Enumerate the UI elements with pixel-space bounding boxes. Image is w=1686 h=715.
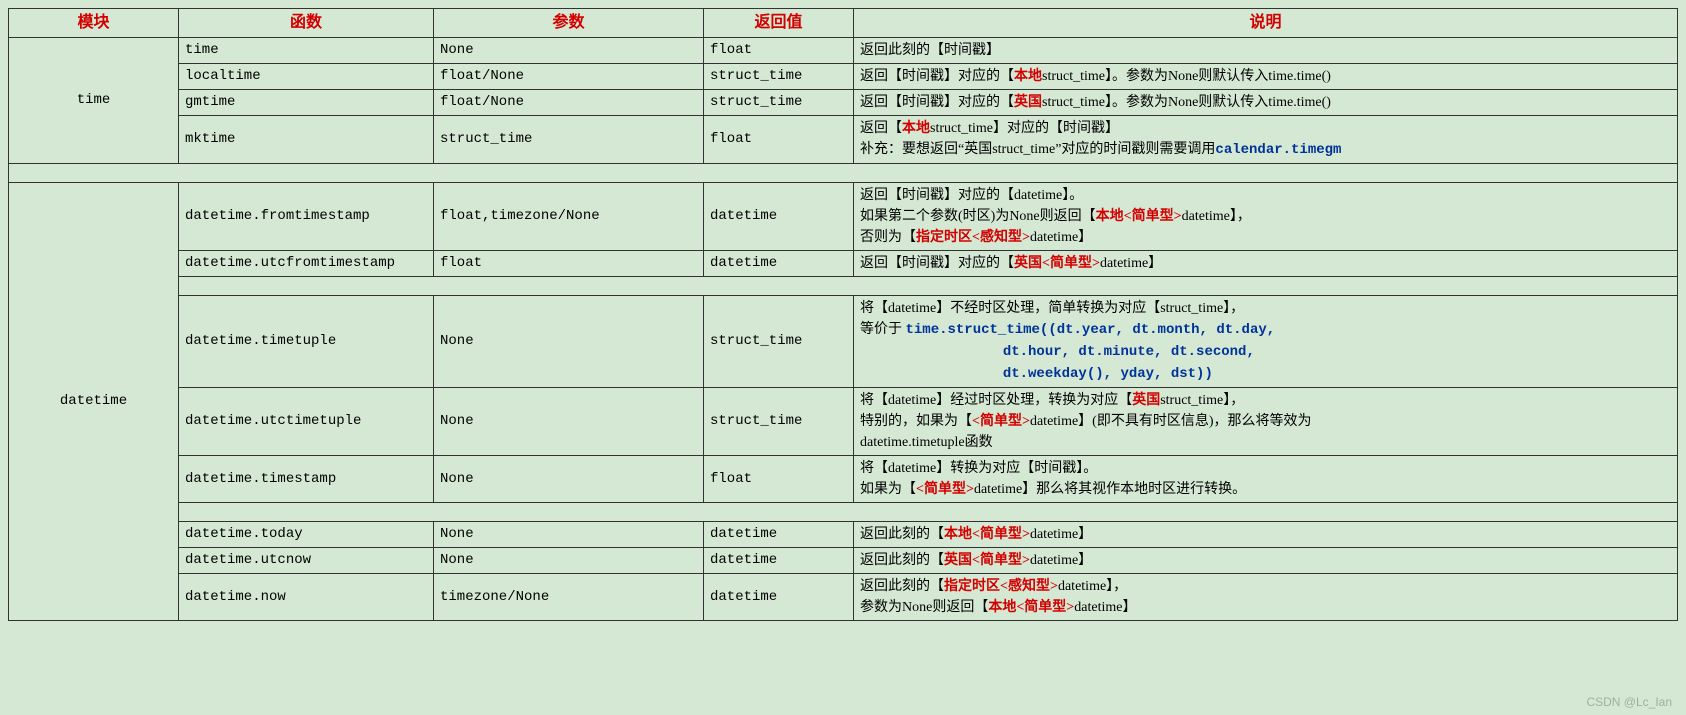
gap-row	[9, 503, 1678, 522]
param-cell: float/None	[434, 64, 704, 90]
table-row: datetime.timestamp None float 将【datetime…	[9, 456, 1678, 503]
header-params: 参数	[434, 9, 704, 38]
table-row: datetime.now timezone/None datetime 返回此刻…	[9, 574, 1678, 621]
func-cell: datetime.today	[179, 522, 434, 548]
table-row: datetime.utctimetuple None struct_time 将…	[9, 388, 1678, 456]
param-cell: None	[434, 388, 704, 456]
table-row: datetime.today None datetime 返回此刻的【本地<简单…	[9, 522, 1678, 548]
ret-cell: datetime	[704, 548, 854, 574]
func-cell: datetime.utctimetuple	[179, 388, 434, 456]
param-cell: None	[434, 296, 704, 388]
func-cell: datetime.utcfromtimestamp	[179, 251, 434, 277]
header-module: 模块	[9, 9, 179, 38]
param-cell: float	[434, 251, 704, 277]
func-cell: mktime	[179, 116, 434, 164]
gap-row	[9, 164, 1678, 183]
header-function: 函数	[179, 9, 434, 38]
desc-cell: 返回【本地struct_time】对应的【时间戳】 补充：要想返回“英国stru…	[854, 116, 1678, 164]
func-cell: localtime	[179, 64, 434, 90]
module-datetime: datetime	[9, 183, 179, 621]
gap-row	[9, 277, 1678, 296]
param-cell: float/None	[434, 90, 704, 116]
api-reference-table: 模块 函数 参数 返回值 说明 time time None float 返回此…	[8, 8, 1678, 621]
func-cell: time	[179, 38, 434, 64]
func-cell: datetime.utcnow	[179, 548, 434, 574]
param-cell: None	[434, 456, 704, 503]
table-row: datetime.timetuple None struct_time 将【da…	[9, 296, 1678, 388]
func-cell: datetime.timetuple	[179, 296, 434, 388]
table-row: datetime.utcfromtimestamp float datetime…	[9, 251, 1678, 277]
table-row: time time None float 返回此刻的【时间戳】	[9, 38, 1678, 64]
ret-cell: datetime	[704, 183, 854, 251]
func-cell: datetime.timestamp	[179, 456, 434, 503]
watermark-text: CSDN @Lc_Ian	[1586, 695, 1672, 709]
desc-cell: 返回【时间戳】对应的【本地struct_time】。参数为None则默认传入ti…	[854, 64, 1678, 90]
header-return: 返回值	[704, 9, 854, 38]
header-desc: 说明	[854, 9, 1678, 38]
ret-cell: struct_time	[704, 388, 854, 456]
func-cell: gmtime	[179, 90, 434, 116]
desc-cell: 返回此刻的【指定时区<感知型>datetime】， 参数为None则返回【本地<…	[854, 574, 1678, 621]
ret-cell: struct_time	[704, 296, 854, 388]
param-cell: float,timezone/None	[434, 183, 704, 251]
ret-cell: float	[704, 456, 854, 503]
desc-cell: 将【datetime】转换为对应【时间戳】。 如果为【<简单型>datetime…	[854, 456, 1678, 503]
ret-cell: float	[704, 116, 854, 164]
func-cell: datetime.now	[179, 574, 434, 621]
desc-cell: 返回【时间戳】对应的【datetime】。 如果第二个参数(时区)为None则返…	[854, 183, 1678, 251]
desc-cell: 返回此刻的【时间戳】	[854, 38, 1678, 64]
func-cell: datetime.fromtimestamp	[179, 183, 434, 251]
desc-cell: 将【datetime】不经时区处理，简单转换为对应【struct_time】， …	[854, 296, 1678, 388]
table-row: localtime float/None struct_time 返回【时间戳】…	[9, 64, 1678, 90]
param-cell: timezone/None	[434, 574, 704, 621]
desc-cell: 返回此刻的【英国<简单型>datetime】	[854, 548, 1678, 574]
param-cell: None	[434, 522, 704, 548]
ret-cell: struct_time	[704, 64, 854, 90]
table-row: mktime struct_time float 返回【本地struct_tim…	[9, 116, 1678, 164]
ret-cell: datetime	[704, 574, 854, 621]
table-row: datetime datetime.fromtimestamp float,ti…	[9, 183, 1678, 251]
param-cell: None	[434, 38, 704, 64]
desc-cell: 返回【时间戳】对应的【英国<简单型>datetime】	[854, 251, 1678, 277]
ret-cell: datetime	[704, 522, 854, 548]
table-row: datetime.utcnow None datetime 返回此刻的【英国<简…	[9, 548, 1678, 574]
ret-cell: struct_time	[704, 90, 854, 116]
ret-cell: datetime	[704, 251, 854, 277]
module-time: time	[9, 38, 179, 164]
desc-cell: 返回【时间戳】对应的【英国struct_time】。参数为None则默认传入ti…	[854, 90, 1678, 116]
param-cell: None	[434, 548, 704, 574]
ret-cell: float	[704, 38, 854, 64]
table-row: gmtime float/None struct_time 返回【时间戳】对应的…	[9, 90, 1678, 116]
param-cell: struct_time	[434, 116, 704, 164]
desc-cell: 返回此刻的【本地<简单型>datetime】	[854, 522, 1678, 548]
desc-cell: 将【datetime】经过时区处理，转换为对应【英国struct_time】， …	[854, 388, 1678, 456]
header-row: 模块 函数 参数 返回值 说明	[9, 9, 1678, 38]
